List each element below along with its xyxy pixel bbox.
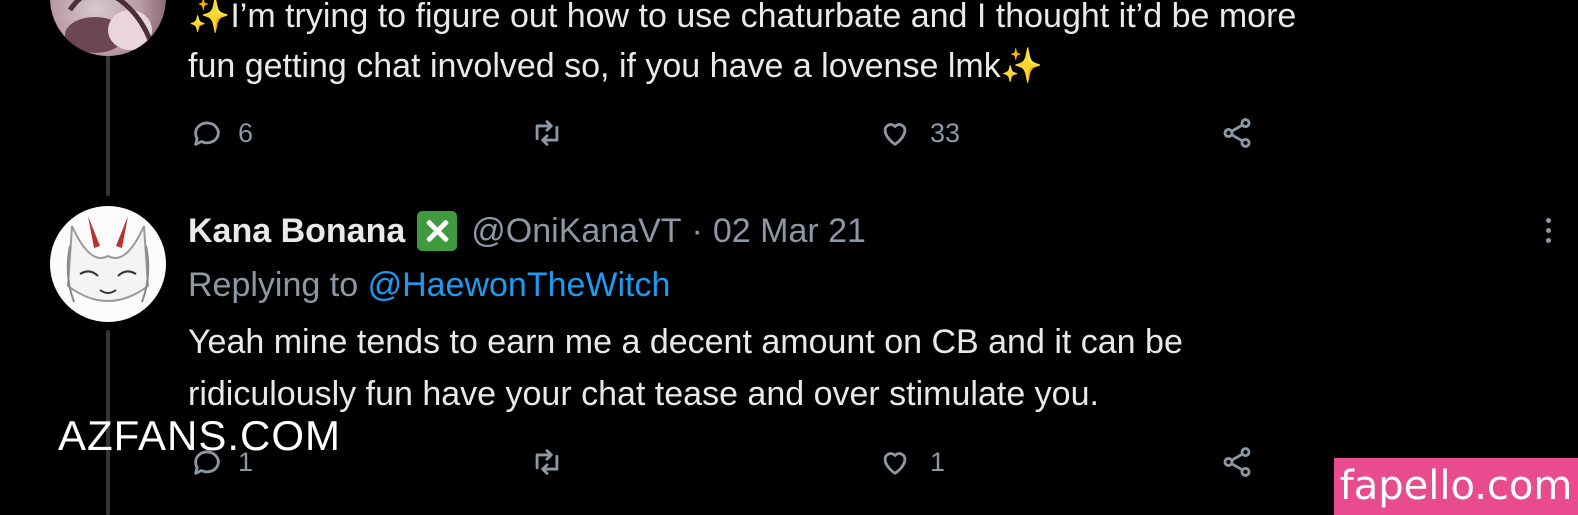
retweet-button[interactable] (530, 442, 582, 482)
replying-to-mention[interactable]: @HaewonTheWitch (368, 266, 671, 304)
retweet-icon (535, 120, 559, 146)
retweet-button[interactable] (530, 113, 582, 153)
share-icon (1223, 118, 1251, 148)
reply-tweet-text-line1: Yeah mine tends to earn me a decent amou… (188, 316, 1183, 368)
top-tweet-text-line1: ✨I’m trying to figure out how to use cha… (188, 0, 1296, 42)
like-button[interactable]: 1 (878, 442, 945, 482)
more-icon (1545, 217, 1551, 223)
watermark-fapello: fapello.com (1334, 458, 1578, 515)
top-tweet-text: I’m trying to figure out how to use chat… (230, 0, 1297, 35)
share-button[interactable] (1220, 113, 1254, 153)
top-tweet-text-line2: fun getting chat involved so, if you hav… (188, 40, 1043, 92)
avatar-kana-bonana[interactable] (50, 206, 166, 322)
reply-tweet-actions: 1 1 (188, 442, 1268, 482)
reply-icon (194, 121, 220, 146)
reply-tweet-header: Kana Bonana @OniKanaVT · 02 Mar 21 (188, 206, 866, 256)
avatar-art (65, 0, 153, 53)
top-tweet-actions: 6 33 (188, 113, 1268, 153)
reply-count: 6 (238, 117, 254, 148)
heart-icon (883, 452, 907, 475)
replying-to: Replying to @HaewonTheWitch (188, 260, 670, 310)
separator-dot: · (691, 211, 703, 250)
top-tweet-text-continued: fun getting chat involved so, if you hav… (188, 47, 1001, 85)
more-options-button[interactable] (1536, 212, 1560, 248)
thread-connector-top (106, 40, 110, 196)
sparkle-emoji: ✨ (1000, 47, 1044, 85)
like-count: 33 (930, 117, 961, 148)
replying-to-label: Replying to (188, 266, 359, 304)
watermark-azfans: AZFANS.COM (58, 412, 342, 459)
user-handle[interactable]: @OniKanaVT (471, 212, 681, 251)
share-icon (1223, 447, 1251, 477)
tweet-date[interactable]: 02 Mar 21 (713, 212, 866, 251)
display-name[interactable]: Kana Bonana (188, 212, 405, 251)
like-button[interactable]: 33 (878, 113, 960, 153)
avatar-art (66, 216, 150, 303)
reply-tweet-text-continued: ridiculously fun have your chat tease an… (188, 375, 1099, 413)
heart-icon (883, 123, 907, 146)
cross-mark-icon (417, 211, 458, 251)
reply-button[interactable]: 6 (190, 113, 253, 153)
share-button[interactable] (1220, 442, 1254, 482)
like-count: 1 (930, 446, 946, 477)
reply-tweet-text: Yeah mine tends to earn me a decent amou… (188, 323, 1183, 361)
retweet-icon (535, 449, 559, 475)
avatar-top-tweet[interactable] (50, 0, 166, 56)
sparkle-emoji: ✨ (188, 0, 231, 35)
